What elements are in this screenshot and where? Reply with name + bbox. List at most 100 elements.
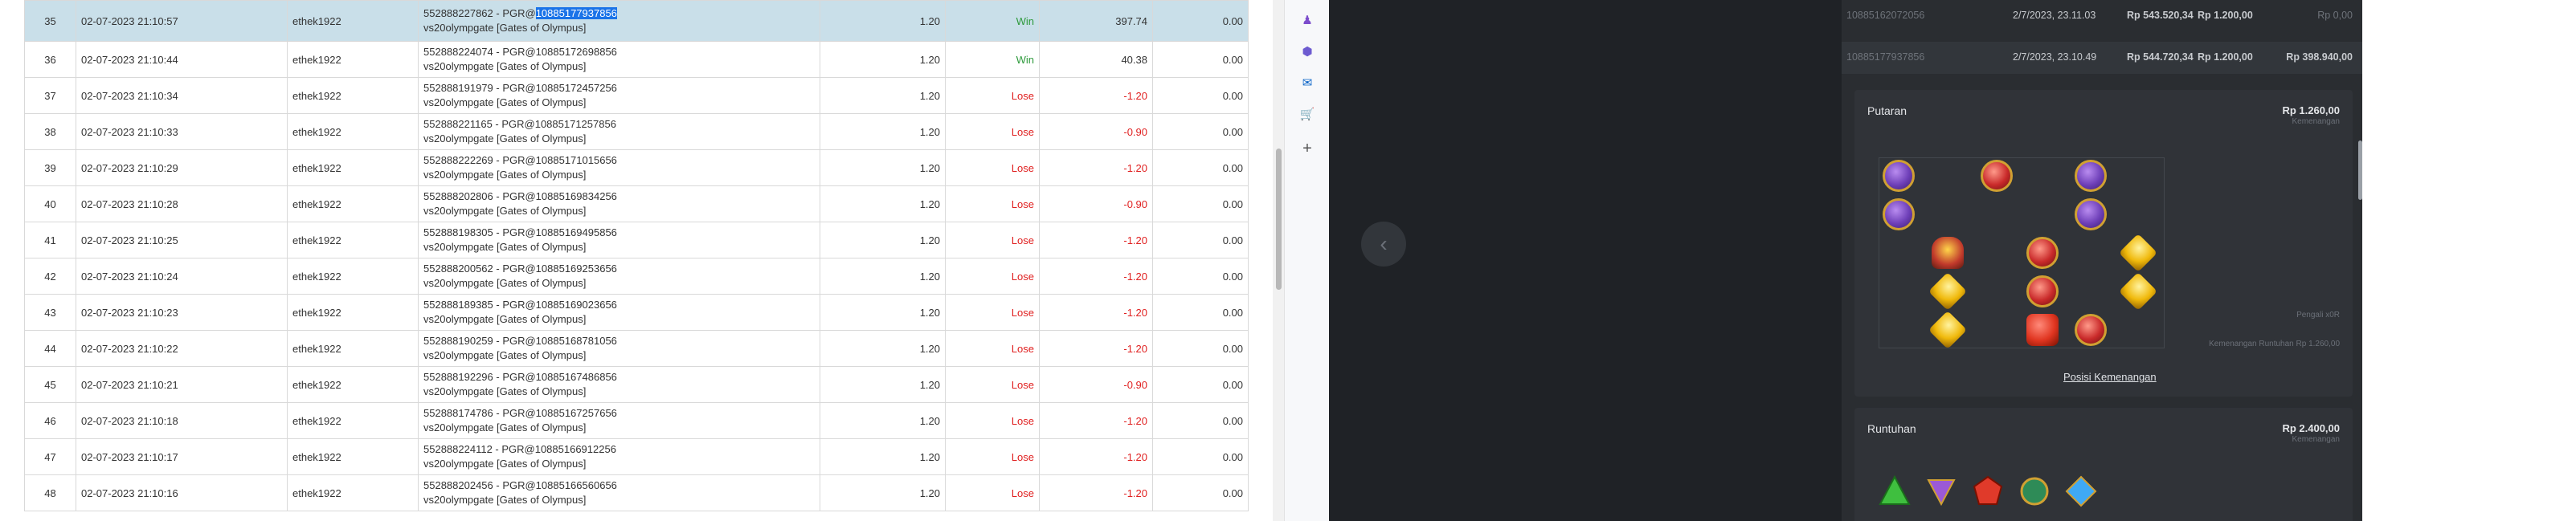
table-row[interactable]: 48 02-07-2023 21:10:16 ethek1922 5528882024… [24, 474, 1249, 511]
row-username: ethek1922 [287, 222, 419, 258]
row-number: 39 [24, 149, 76, 186]
table-row[interactable]: 41 02-07-2023 21:10:25 ethek1922 5528881983… [24, 222, 1249, 258]
row-username: ethek1922 [287, 185, 419, 222]
table-row[interactable]: 36 02-07-2023 21:10:44 ethek1922 5528882240… [24, 41, 1249, 78]
row-game-name: vs20olympgate [Gates of Olympus] [423, 458, 587, 470]
row-result: Lose [945, 149, 1040, 186]
row-username: ethek1922 [287, 438, 419, 475]
row-winloss: -1.20 [1039, 438, 1153, 475]
blue-gem-icon [2065, 475, 2097, 507]
row-username: ethek1922 [287, 402, 419, 439]
row-transaction-id: 552888221165 - PGR@10885171257856 [423, 117, 815, 132]
transaction-id-text: 552888191979 - PGR@10885172457256 [423, 82, 617, 94]
shopping-icon[interactable]: 🛒 [1299, 107, 1315, 123]
back-arrow-icon[interactable]: ‹ [1361, 222, 1406, 267]
row-datetime: 02-07-2023 21:10:24 [76, 258, 288, 295]
row-game-name: vs20olympgate [Gates of Olympus] [423, 132, 587, 144]
row-description: 552888189385 - PGR@10885169023656 vs20oly… [418, 294, 820, 331]
table-row[interactable]: 39 02-07-2023 21:10:29 ethek1922 5528882222… [24, 149, 1249, 186]
row-game-name: vs20olympgate [Gates of Olympus] [423, 313, 587, 325]
table-row[interactable]: 40 02-07-2023 21:10:28 ethek1922 5528882028… [24, 185, 1249, 222]
row-extra: 0.00 [1152, 474, 1249, 511]
table-row[interactable]: 46 02-07-2023 21:10:18 ethek1922 5528881747… [24, 402, 1249, 439]
round-win: Rp 398.940,00 [2286, 51, 2353, 63]
row-extra: 0.00 [1152, 402, 1249, 439]
table-row[interactable]: 43 02-07-2023 21:10:23 ethek1922 5528881893… [24, 294, 1249, 331]
outlook-icon[interactable]: ✉ [1299, 75, 1315, 92]
row-description: 552888222269 - PGR@10885171015656 vs20oly… [418, 149, 820, 186]
selected-text[interactable]: 10885177937856 [535, 7, 617, 19]
row-datetime: 02-07-2023 21:10:18 [76, 402, 288, 439]
putaran-amount: Rp 1.260,00 [2282, 104, 2340, 116]
transaction-id-text: 552888189385 - PGR@10885169023656 [423, 299, 617, 311]
transaction-id-text: 552888202806 - PGR@10885169834256 [423, 190, 617, 202]
table-row[interactable]: 35 02-07-2023 21:10:57 ethek1922 5528882278… [24, 0, 1249, 42]
row-extra: 0.00 [1152, 0, 1249, 42]
row-result: Win [945, 0, 1040, 42]
row-game-name: vs20olympgate [Gates of Olympus] [423, 22, 587, 34]
winning-position-link[interactable]: Posisi Kemenangan [2063, 371, 2157, 383]
puzzle-icon[interactable]: ⬢ [1299, 44, 1315, 60]
table-row[interactable]: 47 02-07-2023 21:10:17 ethek1922 5528882241… [24, 438, 1249, 475]
row-extra: 0.00 [1152, 330, 1249, 367]
row-description: 552888190259 - PGR@10885168781056 vs20oly… [418, 330, 820, 367]
row-game-name: vs20olympgate [Gates of Olympus] [423, 60, 587, 72]
row-transaction-id: 552888200562 - PGR@10885169253656 [423, 262, 815, 276]
history-row[interactable]: 10885177937856 2/7/2023, 23.10.49 Rp 544… [1842, 42, 2362, 74]
table-row[interactable]: 42 02-07-2023 21:10:24 ethek1922 5528882005… [24, 258, 1249, 295]
row-description: 552888221165 - PGR@10885171257856 vs20oly… [418, 113, 820, 150]
row-extra: 0.00 [1152, 258, 1249, 295]
gold-gem-icon [1928, 271, 1968, 311]
round-id: 10885177937856 [1846, 51, 1925, 63]
row-transaction-id: 552888224112 - PGR@10885166912256 [423, 442, 815, 457]
row-winloss: -1.20 [1039, 258, 1153, 295]
row-game-name: vs20olympgate [Gates of Olympus] [423, 421, 587, 433]
row-username: ethek1922 [287, 294, 419, 331]
row-number: 40 [24, 185, 76, 222]
table-row[interactable]: 44 02-07-2023 21:10:22 ethek1922 5528881902… [24, 330, 1249, 367]
row-username: ethek1922 [287, 149, 419, 186]
row-number: 35 [24, 0, 76, 42]
table-row[interactable]: 37 02-07-2023 21:10:34 ethek1922 5528881919… [24, 77, 1249, 114]
row-transaction-id: 552888192296 - PGR@10885167486856 [423, 370, 815, 385]
putaran-card: Putaran Rp 1.260,00 Kemenangan Pengali x… [1854, 90, 2353, 397]
transaction-id-text: 552888174786 - PGR@10885167257656 [423, 407, 617, 419]
row-result: Lose [945, 366, 1040, 403]
figure-icon[interactable]: ♟ [1299, 13, 1315, 29]
round-win: Rp 0,00 [2317, 10, 2353, 21]
table-row[interactable]: 45 02-07-2023 21:10:21 ethek1922 5528881922… [24, 366, 1249, 403]
row-game-name: vs20olympgate [Gates of Olympus] [423, 277, 587, 289]
history-row[interactable]: 10885162072056 2/7/2023, 23.11.03 Rp 543… [1842, 0, 2362, 32]
table-row[interactable]: 38 02-07-2023 21:10:33 ethek1922 5528882211… [24, 113, 1249, 150]
transaction-id-text: 552888222269 - PGR@10885171015656 [423, 154, 617, 166]
row-result: Lose [945, 222, 1040, 258]
row-result: Lose [945, 402, 1040, 439]
row-winloss: -1.20 [1039, 149, 1153, 186]
ruby-gem-icon [1981, 160, 2013, 192]
table-scrollbar-thumb[interactable] [1276, 149, 1282, 290]
row-extra: 0.00 [1152, 77, 1249, 114]
browser-sidebar: ♟ ⬢ ✉ 🛒 + [1284, 0, 1329, 521]
plus-icon[interactable]: + [1299, 140, 1315, 157]
row-username: ethek1922 [287, 77, 419, 114]
row-extra: 0.00 [1152, 222, 1249, 258]
row-username: ethek1922 [287, 41, 419, 78]
row-datetime: 02-07-2023 21:10:44 [76, 41, 288, 78]
row-result: Lose [945, 258, 1040, 295]
row-transaction-id: 552888222269 - PGR@10885171015656 [423, 153, 815, 168]
round-id: 10885162072056 [1846, 10, 1925, 21]
transaction-id-text: 552888202456 - PGR@10885166560656 [423, 479, 617, 491]
row-number: 42 [24, 258, 76, 295]
row-datetime: 02-07-2023 21:10:23 [76, 294, 288, 331]
round-balance: Rp 543.520,34 [2127, 10, 2194, 21]
runtuhan-amount-label: Kemenangan [2292, 435, 2341, 444]
row-number: 48 [24, 474, 76, 511]
row-result: Lose [945, 438, 1040, 475]
row-bet: 1.20 [820, 0, 946, 42]
row-datetime: 02-07-2023 21:10:34 [76, 77, 288, 114]
row-number: 44 [24, 330, 76, 367]
row-extra: 0.00 [1152, 113, 1249, 150]
row-winloss: -1.20 [1039, 222, 1153, 258]
row-datetime: 02-07-2023 21:10:21 [76, 366, 288, 403]
row-result: Lose [945, 330, 1040, 367]
